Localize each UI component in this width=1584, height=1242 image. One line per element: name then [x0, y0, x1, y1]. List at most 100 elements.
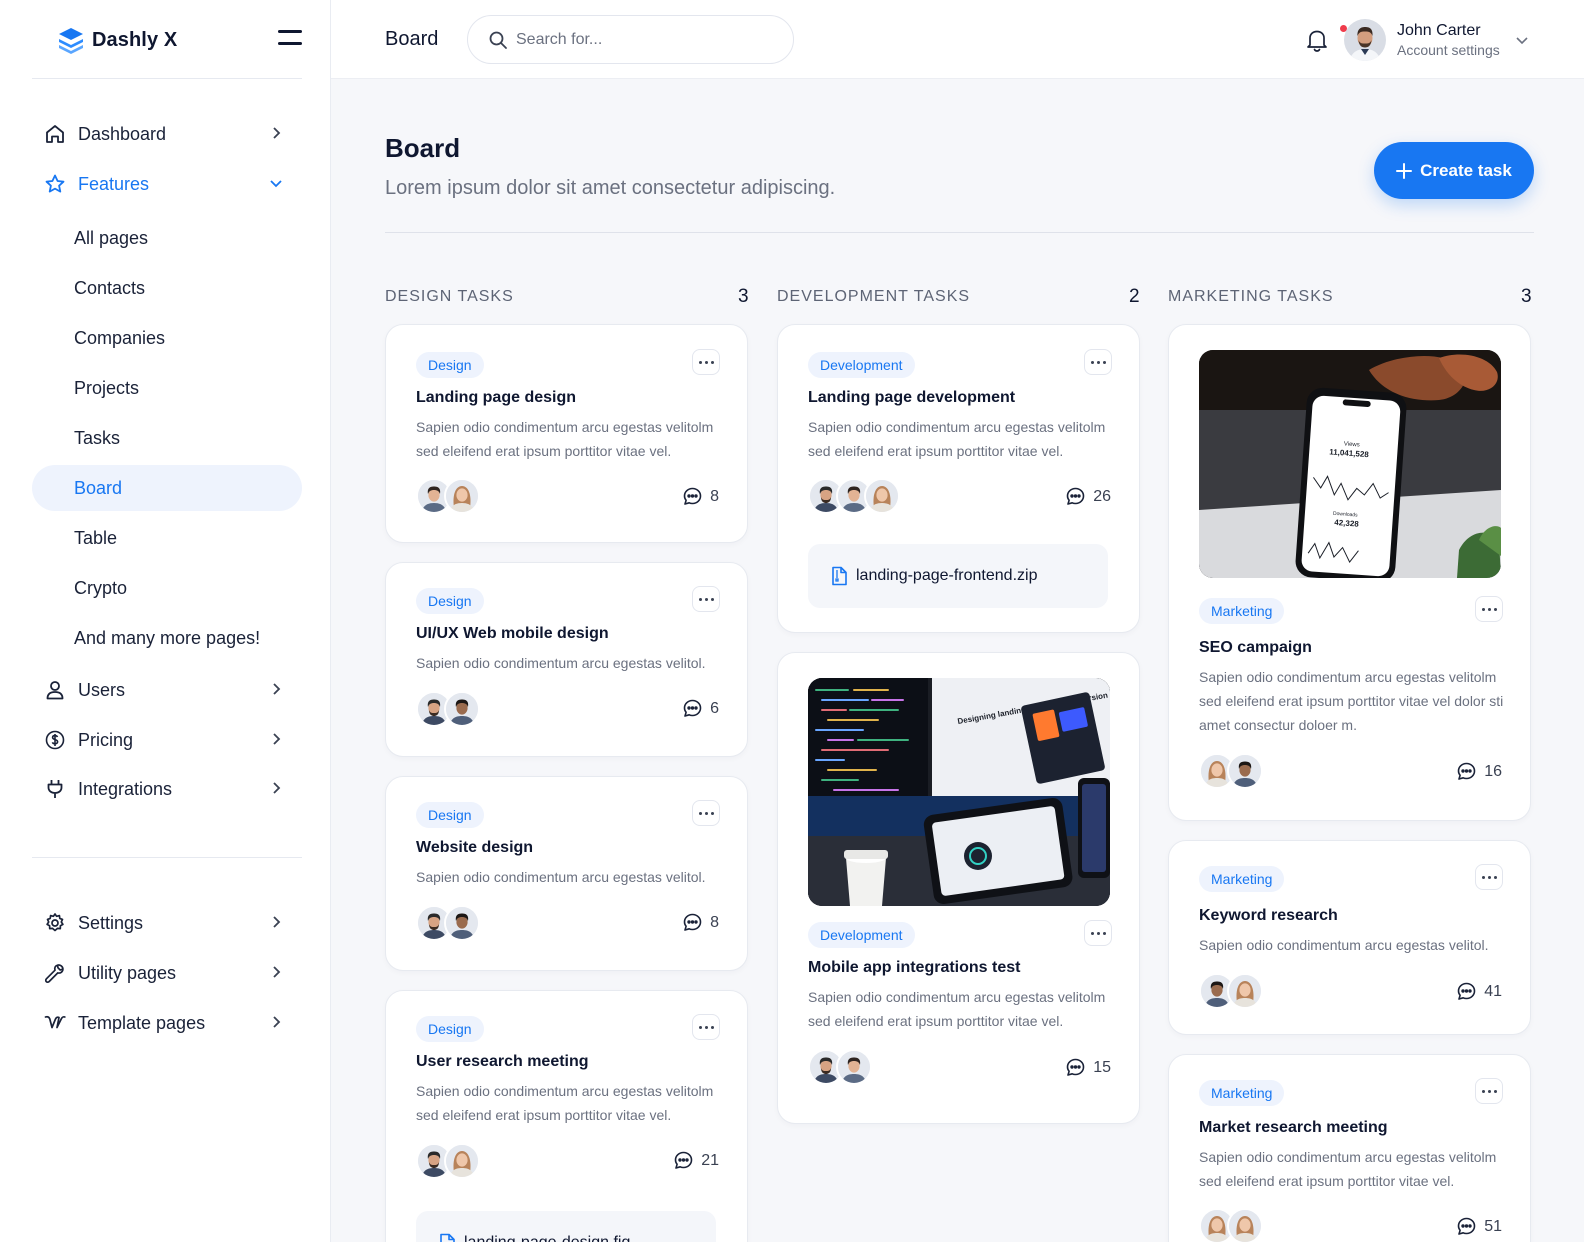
task-tag[interactable]: Design: [416, 352, 484, 378]
more-options-icon[interactable]: [692, 349, 720, 375]
avatar-portrait: [446, 1145, 478, 1177]
zip-file-icon: [832, 566, 847, 586]
chevron-down-icon[interactable]: [1515, 35, 1529, 47]
user-name[interactable]: John Carter: [1397, 22, 1481, 40]
task-tag[interactable]: Design: [416, 802, 484, 828]
sidebar-subitem-projects[interactable]: Projects: [32, 365, 302, 411]
task-card[interactable]: Design UI/UX Web mobile design Sapien od…: [385, 562, 748, 757]
comments-count[interactable]: 6: [683, 699, 719, 718]
task-title[interactable]: UI/UX Web mobile design: [416, 625, 609, 643]
comments-count[interactable]: 15: [1066, 1058, 1111, 1077]
assignee-avatars[interactable]: [1199, 973, 1263, 1009]
chevron-right-icon: [273, 733, 281, 745]
sidebar-item-users[interactable]: Users: [32, 668, 302, 712]
task-card[interactable]: Design User research meeting Sapien odio…: [385, 990, 748, 1242]
sidebar-subitem-more-pages[interactable]: And many more pages!: [32, 615, 302, 661]
sidebar-subitem-tasks[interactable]: Tasks: [32, 415, 302, 461]
task-title[interactable]: User research meeting: [416, 1053, 589, 1071]
column-count-design: 3: [738, 286, 749, 307]
more-options-icon[interactable]: [692, 800, 720, 826]
sidebar-subitem-label: Tasks: [74, 427, 121, 448]
more-options-icon[interactable]: [1084, 349, 1112, 375]
sidebar-item-label: Pricing: [78, 729, 134, 750]
more-options-icon[interactable]: [692, 586, 720, 612]
task-description: Sapien odio condimentum arcu egestas vel…: [416, 1083, 714, 1123]
sidebar-subitem-all-pages[interactable]: All pages: [32, 215, 302, 261]
comments-count[interactable]: 16: [1457, 762, 1502, 781]
more-options-icon[interactable]: [692, 1014, 720, 1040]
attachment-file[interactable]: landing-page-design.fig: [416, 1211, 716, 1242]
assignee-avatars[interactable]: [808, 1049, 872, 1085]
more-options-icon[interactable]: [1475, 864, 1503, 890]
task-tag[interactable]: Marketing: [1199, 598, 1285, 624]
comments-number: 8: [710, 487, 719, 505]
comments-count[interactable]: 21: [674, 1151, 719, 1170]
assignee-avatars[interactable]: [1199, 1208, 1263, 1242]
sidebar-item-dashboard[interactable]: Dashboard: [32, 112, 302, 156]
more-options-icon[interactable]: [1475, 596, 1503, 622]
logo-icon: [59, 28, 83, 54]
more-options-icon[interactable]: [1084, 920, 1112, 946]
task-title[interactable]: Mobile app integrations test: [808, 959, 1020, 977]
task-card[interactable]: Design Landing page design Sapien odio c…: [385, 324, 748, 543]
avatar-image: [1344, 19, 1386, 61]
assignee-avatars[interactable]: [416, 478, 480, 514]
task-card[interactable]: Views 11,041,528 Downloads 42,328 Market…: [1168, 324, 1531, 821]
comments-count[interactable]: 8: [683, 913, 719, 932]
task-description: Sapien odio condimentum arcu egestas vel…: [1199, 937, 1489, 953]
task-title[interactable]: Market research meeting: [1199, 1119, 1388, 1137]
comments-count[interactable]: 41: [1457, 982, 1502, 1001]
avatar[interactable]: [1344, 19, 1386, 61]
more-options-icon[interactable]: [1475, 1078, 1503, 1104]
sidebar-item-features[interactable]: Features: [32, 162, 302, 206]
sidebar-item-integrations[interactable]: Integrations: [32, 767, 302, 811]
attachment-file[interactable]: landing-page-frontend.zip: [808, 544, 1108, 608]
search-box[interactable]: [467, 15, 794, 64]
task-card[interactable]: Marketing Market research meeting Sapien…: [1168, 1054, 1531, 1242]
task-card[interactable]: Designing landing pages for conversion D…: [777, 652, 1140, 1124]
app-logo[interactable]: Dashly X: [58, 26, 177, 54]
chevron-right-icon: [273, 916, 281, 928]
task-tag[interactable]: Design: [416, 1016, 484, 1042]
task-tag[interactable]: Development: [808, 922, 915, 948]
assignee-avatars[interactable]: [416, 1143, 480, 1179]
task-tag[interactable]: Marketing: [1199, 1080, 1285, 1106]
sidebar-subitem-label: Contacts: [74, 277, 146, 298]
task-tag[interactable]: Marketing: [1199, 866, 1285, 892]
comments-count[interactable]: 8: [683, 487, 719, 506]
task-title[interactable]: Landing page development: [808, 389, 1015, 407]
search-input[interactable]: [516, 28, 776, 52]
assignee-avatars[interactable]: [1199, 753, 1263, 789]
comments-count[interactable]: 26: [1066, 487, 1111, 506]
sidebar-item-utility-pages[interactable]: Utility pages: [32, 951, 302, 995]
sidebar-item-pricing[interactable]: Pricing: [32, 718, 302, 762]
sidebar-subitem-crypto[interactable]: Crypto: [32, 565, 302, 611]
sidebar-subitem-companies[interactable]: Companies: [32, 315, 302, 361]
sidebar-subitem-table[interactable]: Table: [32, 515, 302, 561]
assignee-avatars[interactable]: [808, 478, 900, 514]
task-card[interactable]: Development Landing page development Sap…: [777, 324, 1140, 633]
task-card[interactable]: Design Website design Sapien odio condim…: [385, 776, 748, 971]
comments-count[interactable]: 51: [1457, 1217, 1502, 1236]
bell-icon[interactable]: [1305, 27, 1329, 53]
assignee-avatars[interactable]: [416, 905, 480, 941]
sidebar-item-label: Users: [78, 679, 126, 700]
account-settings-link[interactable]: Account settings: [1397, 42, 1500, 58]
task-title[interactable]: Landing page design: [416, 389, 576, 407]
sidebar-item-template-pages[interactable]: Template pages: [32, 1001, 302, 1045]
chevron-right-icon: [273, 127, 281, 139]
task-title[interactable]: Keyword research: [1199, 907, 1338, 925]
assignee-avatars[interactable]: [416, 691, 480, 727]
create-task-button[interactable]: Create task: [1374, 142, 1534, 199]
task-card[interactable]: Marketing Keyword research Sapien odio c…: [1168, 840, 1531, 1035]
sidebar-subitem-board[interactable]: Board: [32, 465, 302, 511]
search-icon: [489, 31, 507, 49]
avatar: [444, 1143, 480, 1179]
menu-toggle-icon[interactable]: [278, 30, 302, 50]
task-tag[interactable]: Design: [416, 588, 484, 614]
sidebar-item-settings[interactable]: Settings: [32, 901, 302, 945]
task-title[interactable]: Website design: [416, 839, 533, 857]
task-title[interactable]: SEO campaign: [1199, 639, 1312, 657]
task-tag[interactable]: Development: [808, 352, 915, 378]
sidebar-subitem-contacts[interactable]: Contacts: [32, 265, 302, 311]
